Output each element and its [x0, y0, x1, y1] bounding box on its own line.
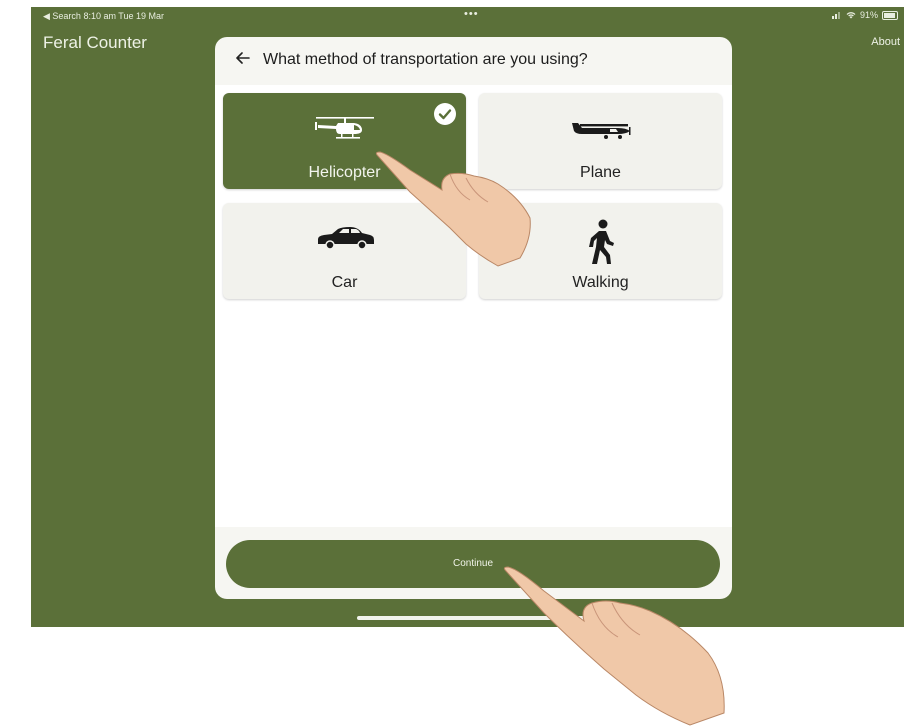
status-right: 91% — [831, 10, 898, 20]
plane-icon — [570, 115, 632, 146]
car-icon — [314, 225, 376, 256]
transport-modal: What method of transportation are you us… — [215, 37, 732, 599]
pointing-hand-icon — [503, 566, 725, 726]
ipad-screen: ◀ Search 8:10 am Tue 19 Mar ••• 91% Fera… — [31, 7, 904, 627]
battery-percent: 91% — [859, 10, 878, 20]
status-left-text: ◀ Search 8:10 am Tue 19 Mar — [43, 11, 164, 21]
selected-check-icon — [434, 103, 456, 125]
option-label: Car — [331, 274, 358, 291]
option-label: Walking — [572, 274, 629, 291]
arrow-left-icon — [236, 52, 250, 64]
about-link[interactable]: About — [871, 36, 900, 48]
wifi-icon — [846, 12, 856, 19]
helicopter-icon — [314, 115, 376, 146]
modal-header: What method of transportation are you us… — [215, 37, 732, 85]
modal-question: What method of transportation are you us… — [263, 51, 588, 68]
battery-icon — [882, 10, 898, 20]
app-title: Feral Counter — [43, 33, 147, 52]
back-button[interactable] — [233, 49, 253, 69]
multitasking-dots[interactable]: ••• — [464, 8, 479, 20]
pointing-hand-icon — [375, 151, 531, 267]
signal-icon — [831, 12, 840, 19]
walking-icon — [586, 219, 616, 270]
status-bar: ◀ Search 8:10 am Tue 19 Mar ••• 91% — [31, 7, 904, 25]
